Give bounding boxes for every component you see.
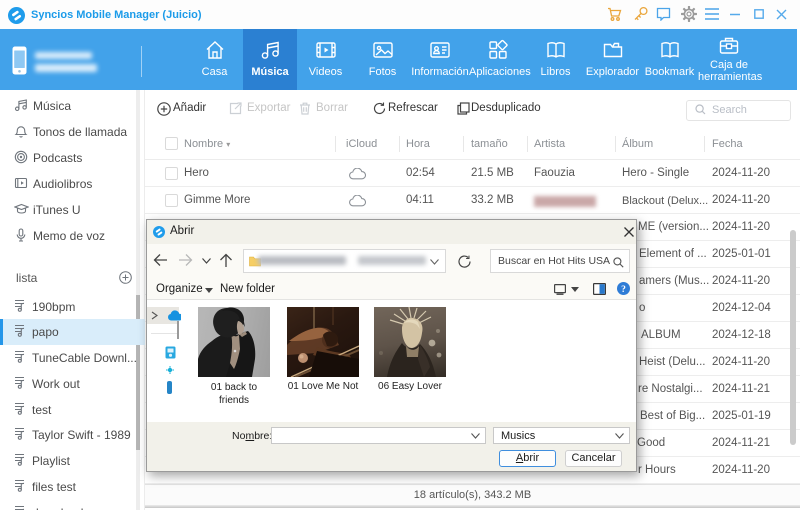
- svg-text:?: ?: [621, 285, 626, 295]
